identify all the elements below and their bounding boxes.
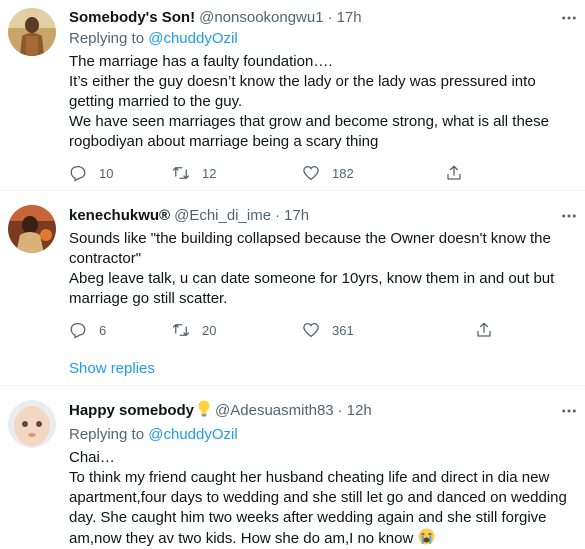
tweet-line: Chai… <box>69 449 115 466</box>
retweet-icon <box>172 324 190 336</box>
tweet-line: It’s either the guy doesn’t know the lad… <box>69 73 536 90</box>
avatar[interactable] <box>8 8 56 56</box>
timestamp[interactable]: 12h <box>347 401 372 421</box>
heart-icon <box>303 165 319 181</box>
tweet-line-last: am,now they av two kids. How she do am,I… <box>69 528 577 549</box>
reply-button[interactable]: 6 <box>69 320 106 340</box>
user-handle[interactable]: @Adesuasmith83 <box>215 401 334 421</box>
tweet-line: marriage go still scatter. <box>69 290 228 307</box>
light-bulb-icon <box>197 400 211 423</box>
tweet-line: day. She caught him two weeks after wedd… <box>69 509 547 526</box>
display-name[interactable]: Somebody's Son! <box>69 8 195 28</box>
tweet-line: getting married to the guy. <box>69 93 243 110</box>
separator-dot: · <box>275 207 281 224</box>
retweet-count: 12 <box>202 165 217 181</box>
heart-icon <box>303 322 319 338</box>
tweet-line: Sounds like "the building collapsed beca… <box>69 230 551 247</box>
tweet-line: rogbodiyan about marriage being a scary … <box>69 133 379 150</box>
tweet-line: apartment,four days to wedding and she s… <box>69 489 567 506</box>
tweet-line: We have seen marriages that grow and bec… <box>69 113 549 130</box>
like-count: 361 <box>332 322 354 338</box>
share-icon <box>447 165 461 180</box>
more-options-icon[interactable] <box>559 401 579 421</box>
replying-to: Replying to @chuddyOzil <box>69 29 577 49</box>
user-handle[interactable]: @Echi_di_ime <box>174 206 271 226</box>
tweet-header: Somebody's Son! @nonsookongwu1 · 17h <box>69 8 577 28</box>
display-name[interactable]: kenechukwu® <box>69 206 170 226</box>
reply-button[interactable]: 10 <box>69 163 113 183</box>
tweet-1[interactable]: Somebody's Son! @nonsookongwu1 · 17h Rep… <box>0 0 585 190</box>
avatar-image <box>8 400 56 448</box>
more-options-icon[interactable] <box>559 8 579 28</box>
tweet-text: Sounds like "the building collapsed beca… <box>69 229 577 309</box>
retweet-count: 20 <box>202 322 217 338</box>
replying-to-label: Replying to <box>69 30 145 47</box>
reply-icon <box>70 322 86 339</box>
show-replies-link[interactable]: Show replies <box>69 359 155 379</box>
replying-to-label: Replying to <box>69 426 145 443</box>
tweet-header: Happy somebody @Adesuasmith83 · 12h <box>69 400 577 423</box>
tweet-3[interactable]: Happy somebody @Adesuasmith83 · 12h Repl… <box>0 386 585 549</box>
tweet-line: To think my friend caught her husband ch… <box>69 469 550 486</box>
loudly-crying-face-icon <box>418 528 435 549</box>
avatar[interactable] <box>8 400 56 448</box>
tweet-line: Abeg leave talk, u can date someone for … <box>69 270 555 287</box>
avatar-image <box>8 205 56 253</box>
display-name[interactable]: Happy somebody <box>69 401 194 421</box>
replying-to: Replying to @chuddyOzil <box>69 425 577 445</box>
share-icon <box>477 322 491 337</box>
like-button[interactable]: 361 <box>302 320 354 340</box>
separator-dot: · <box>337 402 343 419</box>
reply-count: 6 <box>99 322 107 338</box>
tweet-text: Chai… To think my friend caught her husb… <box>69 448 577 549</box>
timestamp[interactable]: 17h <box>284 206 309 226</box>
avatar-image <box>8 8 56 56</box>
tweet-line: contractor" <box>69 250 142 267</box>
reply-icon <box>70 165 86 182</box>
mention-link[interactable]: @chuddyOzil <box>148 426 237 443</box>
tweet-line: The marriage has a faulty foundation…. <box>69 53 333 70</box>
avatar[interactable] <box>8 205 56 253</box>
tweet-2[interactable]: kenechukwu® @Echi_di_ime · 17h Sounds li… <box>0 191 585 381</box>
retweet-button[interactable]: 12 <box>172 163 216 183</box>
tweet-text: The marriage has a faulty foundation…. I… <box>69 52 577 152</box>
retweet-icon <box>172 167 190 179</box>
share-button[interactable] <box>445 163 463 183</box>
tweet-line: am,now they av two kids. How she do am,I… <box>69 530 414 547</box>
retweet-button[interactable]: 20 <box>172 320 216 340</box>
mention-link[interactable]: @chuddyOzil <box>148 30 237 47</box>
like-button[interactable]: 182 <box>302 163 354 183</box>
like-count: 182 <box>332 165 354 181</box>
tweet-header: kenechukwu® @Echi_di_ime · 17h <box>69 206 577 226</box>
more-options-icon[interactable] <box>559 206 579 226</box>
reply-count: 10 <box>99 165 114 181</box>
timestamp[interactable]: 17h <box>337 8 362 28</box>
share-button[interactable] <box>475 320 493 340</box>
separator-dot: · <box>327 9 333 26</box>
user-handle[interactable]: @nonsookongwu1 <box>199 8 323 28</box>
